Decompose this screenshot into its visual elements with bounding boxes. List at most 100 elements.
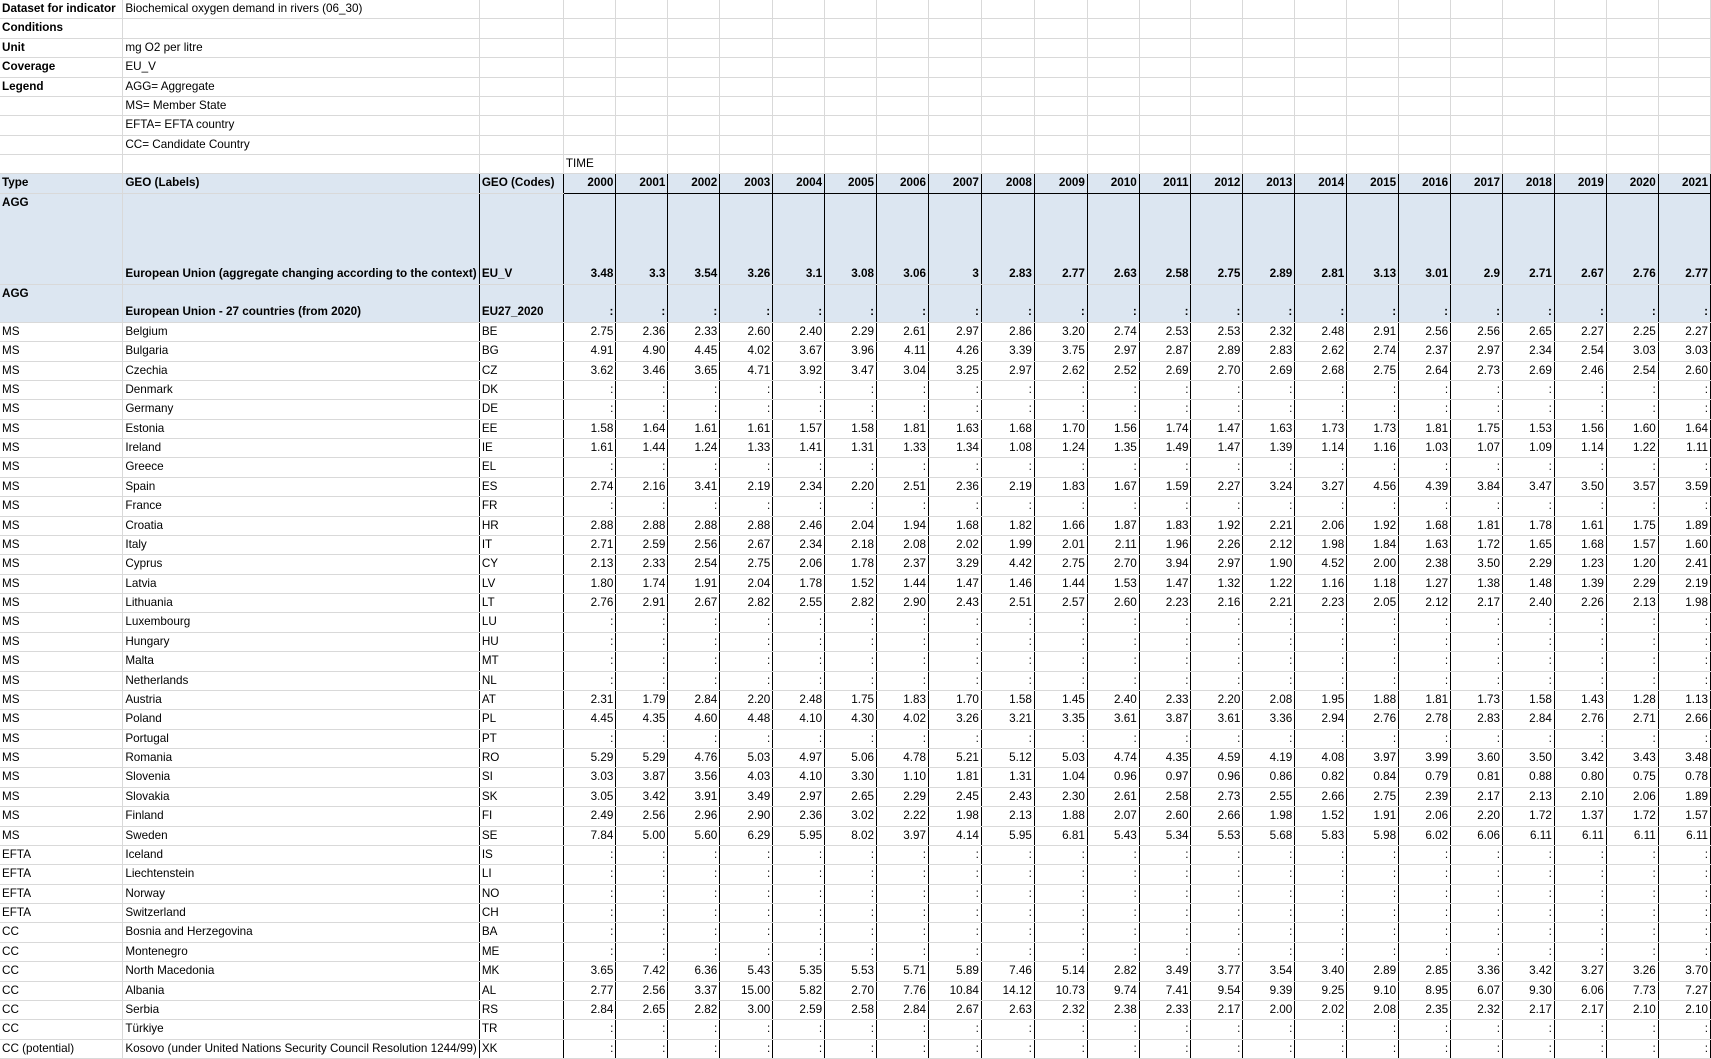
geo-code-cell[interactable]: RO — [479, 748, 564, 769]
geo-code-cell[interactable]: BG — [479, 341, 564, 362]
value-cell[interactable]: : — [1606, 671, 1659, 691]
empty-cell[interactable] — [772, 96, 826, 117]
empty-cell[interactable] — [928, 115, 982, 136]
geo-code-cell[interactable]: ME — [479, 942, 564, 963]
empty-cell[interactable] — [1346, 18, 1400, 39]
empty-cell[interactable] — [1190, 57, 1244, 78]
value-cell[interactable]: 2.97 — [928, 322, 982, 343]
value-cell[interactable]: : — [615, 1019, 669, 1040]
value-cell[interactable]: 5.95 — [981, 826, 1035, 846]
geo-code-cell[interactable]: EU_V — [479, 193, 564, 285]
value-cell[interactable]: : — [876, 284, 929, 323]
value-cell[interactable]: : — [1242, 612, 1296, 633]
empty-cell[interactable] — [824, 96, 878, 117]
value-cell[interactable]: : — [1502, 671, 1555, 691]
value-cell[interactable]: : — [615, 845, 669, 866]
value-cell[interactable]: : — [1190, 903, 1244, 924]
type-cell[interactable]: MS — [0, 709, 124, 730]
value-cell[interactable]: 2.61 — [876, 322, 929, 343]
value-cell[interactable]: : — [1034, 399, 1088, 420]
geo-label-cell[interactable]: France — [122, 496, 480, 517]
empty-cell[interactable] — [1190, 115, 1244, 136]
value-cell[interactable]: : — [719, 864, 774, 885]
value-cell[interactable]: 1.91 — [1346, 806, 1400, 827]
value-cell[interactable]: 2.20 — [719, 690, 774, 711]
empty-cell[interactable] — [1242, 115, 1296, 136]
value-cell[interactable]: : — [824, 632, 878, 653]
empty-cell[interactable] — [1398, 135, 1452, 156]
header-geo-labels-cell[interactable]: GEO (Labels) — [122, 173, 480, 194]
value-cell[interactable]: 1.63 — [928, 419, 982, 440]
value-cell[interactable]: 3.04 — [876, 361, 929, 381]
value-cell[interactable]: 1.28 — [1606, 690, 1659, 711]
value-cell[interactable]: : — [563, 1019, 617, 1040]
value-cell[interactable]: 2.57 — [1034, 593, 1088, 614]
value-cell[interactable]: 7.46 — [981, 961, 1035, 982]
value-cell[interactable]: 3.54 — [1242, 961, 1296, 982]
value-cell[interactable]: : — [1554, 632, 1607, 653]
geo-label-cell[interactable]: Estonia — [122, 419, 480, 440]
value-cell[interactable]: 3.49 — [1139, 961, 1192, 982]
empty-cell[interactable] — [667, 115, 721, 136]
value-cell[interactable]: 6.11 — [1606, 826, 1659, 846]
meta-label-cell[interactable] — [0, 135, 124, 156]
empty-cell[interactable] — [1658, 154, 1711, 175]
empty-cell[interactable] — [1554, 0, 1607, 20]
value-cell[interactable]: : — [1087, 457, 1140, 478]
value-cell[interactable]: 5.98 — [1346, 826, 1400, 846]
empty-cell[interactable] — [1502, 135, 1555, 156]
value-cell[interactable]: 3.70 — [1658, 961, 1711, 982]
empty-cell[interactable] — [719, 38, 774, 59]
value-cell[interactable]: 1.31 — [824, 438, 878, 459]
empty-cell[interactable] — [1294, 57, 1348, 78]
geo-label-cell[interactable]: Sweden — [122, 826, 480, 846]
empty-cell[interactable] — [824, 0, 878, 20]
value-cell[interactable]: : — [1346, 922, 1400, 943]
empty-cell[interactable] — [719, 18, 774, 39]
value-cell[interactable]: 1.75 — [1606, 516, 1659, 536]
empty-cell[interactable] — [772, 38, 826, 59]
value-cell[interactable]: 2.36 — [928, 477, 982, 498]
value-cell[interactable]: 0.84 — [1346, 767, 1400, 788]
value-cell[interactable]: 2.48 — [772, 690, 826, 711]
value-cell[interactable]: : — [1190, 1039, 1244, 1059]
value-cell[interactable]: 1.75 — [824, 690, 878, 711]
empty-cell[interactable] — [876, 57, 929, 78]
value-cell[interactable]: 3.99 — [1398, 748, 1452, 769]
type-cell[interactable]: MS — [0, 729, 124, 750]
empty-cell[interactable] — [1346, 154, 1400, 175]
value-cell[interactable]: 2.07 — [1087, 806, 1140, 827]
empty-cell[interactable] — [1242, 18, 1296, 39]
value-cell[interactable]: : — [563, 903, 617, 924]
value-cell[interactable]: : — [615, 284, 669, 323]
value-cell[interactable]: : — [1554, 1019, 1607, 1040]
value-cell[interactable]: 1.88 — [1034, 806, 1088, 827]
value-cell[interactable]: 2.84 — [563, 1000, 617, 1021]
empty-cell[interactable] — [1502, 77, 1555, 97]
empty-cell[interactable] — [981, 38, 1035, 59]
value-cell[interactable]: 2.13 — [1606, 593, 1659, 614]
value-cell[interactable]: 6.06 — [1450, 826, 1503, 846]
value-cell[interactable]: : — [876, 864, 929, 885]
value-cell[interactable]: : — [1139, 284, 1192, 323]
value-cell[interactable]: : — [1242, 864, 1296, 885]
value-cell[interactable]: 2.12 — [1242, 535, 1296, 556]
value-cell[interactable]: 1.53 — [1502, 419, 1555, 440]
value-cell[interactable]: : — [1606, 284, 1659, 323]
empty-cell[interactable] — [1242, 57, 1296, 78]
empty-cell[interactable] — [1450, 115, 1503, 136]
value-cell[interactable]: 1.41 — [772, 438, 826, 459]
value-cell[interactable]: 1.47 — [1190, 438, 1244, 459]
value-cell[interactable]: 3.37 — [667, 981, 721, 1001]
geo-label-cell[interactable]: Portugal — [122, 729, 480, 750]
empty-cell[interactable] — [1139, 38, 1192, 59]
value-cell[interactable]: 1.32 — [1190, 574, 1244, 595]
empty-cell[interactable] — [824, 154, 878, 175]
value-cell[interactable]: 2.20 — [1190, 690, 1244, 711]
geo-code-cell[interactable]: HR — [479, 516, 564, 536]
value-cell[interactable]: : — [1139, 1019, 1192, 1040]
value-cell[interactable]: : — [772, 651, 826, 672]
value-cell[interactable]: 6.29 — [719, 826, 774, 846]
value-cell[interactable]: : — [667, 612, 721, 633]
value-cell[interactable]: 9.54 — [1190, 981, 1244, 1001]
